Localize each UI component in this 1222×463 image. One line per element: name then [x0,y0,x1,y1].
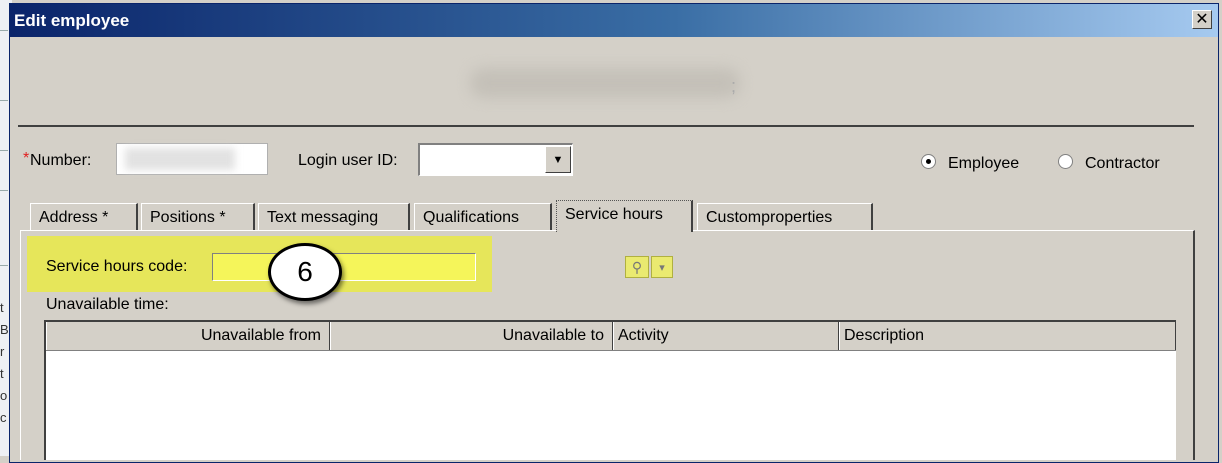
login-user-id-label: Login user ID: [298,152,398,169]
title-bar[interactable]: Edit employee ✕ [10,4,1218,37]
window-title: Edit employee [14,11,130,30]
service-hours-code-label: Service hours code: [46,258,188,275]
tab-text-messaging[interactable]: Text messaging [258,203,410,230]
menu-button[interactable]: ▾ [651,256,673,278]
contractor-radio[interactable] [1058,154,1073,169]
close-button[interactable]: ✕ [1192,10,1212,29]
tab-positions[interactable]: Positions * [141,203,255,230]
chevron-down-icon: ▼ [552,153,564,166]
unavailable-time-grid[interactable]: Unavailable from Unavailable to Activity… [44,320,1176,460]
contractor-radio-label: Contractor [1085,155,1160,172]
service-hours-code-input[interactable]: ⚲ ▾ [212,253,673,281]
login-user-id-select[interactable]: ▼ [418,143,573,176]
number-input[interactable] [116,143,268,175]
grid-header: Unavailable from Unavailable to Activity… [46,322,1176,351]
tab-service-hours[interactable]: Service hours [556,200,693,232]
header-separator [18,125,1194,127]
unavailable-time-label: Unavailable time: [46,296,169,313]
tab-qualifications[interactable]: Qualifications [414,203,552,230]
col-description[interactable]: Description [839,322,1176,350]
employee-name-blurred [470,68,740,98]
col-unavailable-from[interactable]: Unavailable from [46,322,330,350]
number-label: Number: [30,152,92,169]
tab-customproperties[interactable]: Customproperties [697,203,873,230]
col-activity[interactable]: Activity [613,322,839,350]
dropdown-button[interactable]: ▼ [545,146,571,173]
employee-radio-label: Employee [948,155,1020,172]
step-callout: 6 [268,243,342,301]
required-marker: * [23,150,30,167]
menu-dropdown-icon: ▾ [659,261,665,274]
col-unavailable-to[interactable]: Unavailable to [330,322,613,350]
tab-address[interactable]: Address * [30,203,138,230]
name-suffix: ; [731,76,737,96]
step-number: 6 [297,256,313,287]
employee-radio[interactable] [921,154,936,169]
search-button[interactable]: ⚲ [625,256,649,278]
close-icon: ✕ [1195,10,1209,28]
search-icon: ⚲ [631,258,643,275]
